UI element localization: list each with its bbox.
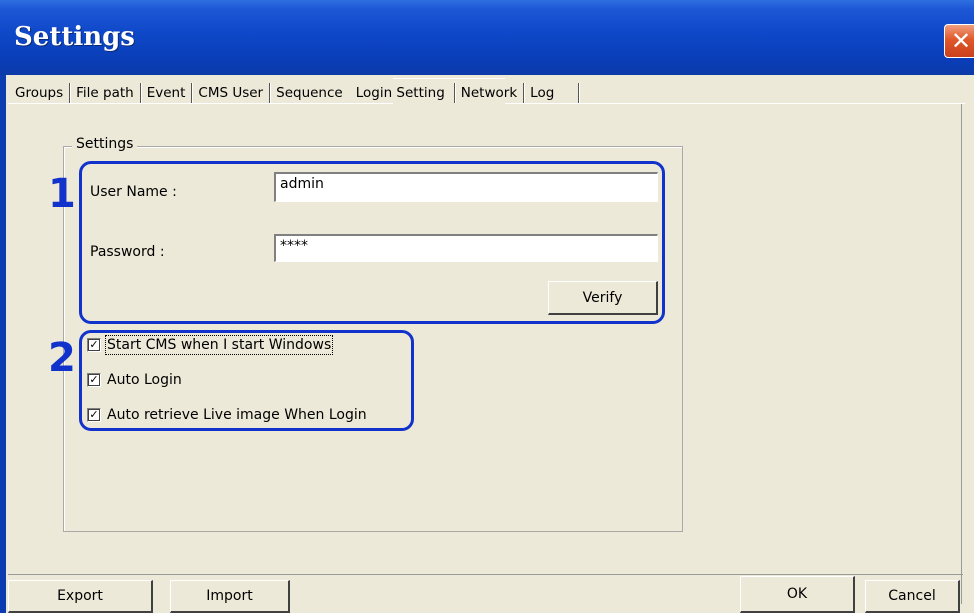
tab-strip: Groups File path Event CMS User Sequence… <box>10 82 580 104</box>
annotation-highlight-options <box>79 330 414 431</box>
annotation-highlight-credentials <box>79 161 665 324</box>
tab-file-path[interactable]: File path <box>71 84 139 102</box>
tab-separator <box>453 83 455 103</box>
tab-panel-border <box>961 104 962 604</box>
import-button[interactable]: Import <box>170 580 290 613</box>
tab-separator <box>69 83 71 103</box>
settings-groupbox-legend: Settings <box>72 136 138 152</box>
cancel-button[interactable]: Cancel <box>865 580 960 613</box>
tab-panel-border <box>505 103 965 104</box>
tab-network[interactable]: Network <box>456 84 522 102</box>
window-title: Settings <box>14 22 135 52</box>
tab-log[interactable]: Log <box>525 84 559 102</box>
tab-separator <box>139 83 141 103</box>
tab-separator <box>523 83 525 103</box>
tab-groups[interactable]: Groups <box>10 84 68 102</box>
annotation-marker-1: 1 <box>48 171 76 217</box>
annotation-marker-2: 2 <box>48 335 76 381</box>
active-tab-highlight <box>393 78 505 79</box>
tab-separator <box>191 83 193 103</box>
ok-button[interactable]: OK <box>740 576 855 613</box>
tab-separator <box>269 83 271 103</box>
footer-divider <box>8 574 963 575</box>
tab-cms-user[interactable]: CMS User <box>193 84 268 102</box>
tab-event[interactable]: Event <box>142 84 191 102</box>
tab-sequence[interactable]: Sequence <box>271 84 348 102</box>
tab-separator <box>578 83 580 103</box>
tab-panel-border <box>8 103 393 104</box>
window-frame-left <box>0 75 6 613</box>
tab-login-setting[interactable]: Login Setting <box>348 84 453 102</box>
export-button[interactable]: Export <box>8 580 153 613</box>
title-bar[interactable]: Settings ✕ <box>0 0 974 75</box>
close-icon[interactable]: ✕ <box>944 24 974 58</box>
